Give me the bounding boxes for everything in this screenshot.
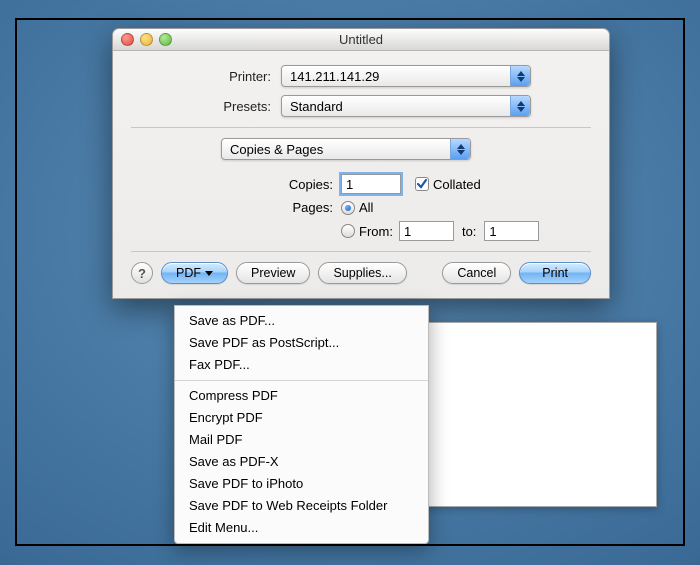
collated-checkbox[interactable]: [415, 177, 429, 191]
pages-all-label: All: [359, 200, 373, 215]
supplies-button[interactable]: Supplies...: [318, 262, 406, 284]
pages-from-radio[interactable]: [341, 224, 355, 238]
background-document: [397, 322, 657, 507]
presets-select[interactable]: Standard: [281, 95, 531, 117]
menu-separator: [175, 380, 428, 381]
window-title: Untitled: [339, 32, 383, 47]
pages-all-radio[interactable]: [341, 201, 355, 215]
updown-arrows-icon: [510, 66, 530, 86]
copies-input[interactable]: [341, 174, 401, 194]
menu-item-save-pdf-postscript[interactable]: Save PDF as PostScript...: [175, 332, 428, 354]
menu-item-encrypt-pdf[interactable]: Encrypt PDF: [175, 407, 428, 429]
presets-value: Standard: [290, 99, 343, 114]
menu-item-mail-pdf[interactable]: Mail PDF: [175, 429, 428, 451]
pages-from-input[interactable]: [399, 221, 454, 241]
collated-label: Collated: [433, 177, 481, 192]
window-controls: [121, 33, 172, 46]
print-dialog: Untitled Printer: 141.211.141.29 Presets…: [112, 28, 610, 299]
menu-item-save-as-pdf[interactable]: Save as PDF...: [175, 310, 428, 332]
divider: [131, 127, 591, 128]
cancel-button[interactable]: Cancel: [442, 262, 511, 284]
copies-label: Copies:: [281, 177, 341, 192]
pages-to-label: to:: [454, 224, 484, 239]
menu-item-save-pdf-iphoto[interactable]: Save PDF to iPhoto: [175, 473, 428, 495]
section-value: Copies & Pages: [230, 142, 323, 157]
pdf-dropdown-menu: Save as PDF... Save PDF as PostScript...…: [174, 305, 429, 544]
printer-label: Printer:: [131, 69, 281, 84]
triangle-down-icon: [205, 271, 213, 276]
menu-item-fax-pdf[interactable]: Fax PDF...: [175, 354, 428, 376]
print-button[interactable]: Print: [519, 262, 591, 284]
pages-label: Pages:: [281, 200, 341, 215]
menu-item-save-as-pdfx[interactable]: Save as PDF-X: [175, 451, 428, 473]
pages-to-input[interactable]: [484, 221, 539, 241]
minimize-icon[interactable]: [140, 33, 153, 46]
close-icon[interactable]: [121, 33, 134, 46]
updown-arrows-icon: [450, 139, 470, 159]
pdf-button-label: PDF: [176, 263, 201, 283]
divider: [131, 251, 591, 252]
printer-select[interactable]: 141.211.141.29: [281, 65, 531, 87]
titlebar: Untitled: [113, 29, 609, 51]
button-row: ? PDF Preview Supplies... Cancel Print: [131, 262, 591, 284]
dialog-content: Printer: 141.211.141.29 Presets: Standar…: [113, 51, 609, 298]
pdf-menu-button[interactable]: PDF: [161, 262, 228, 284]
menu-item-save-pdf-web-receipts[interactable]: Save PDF to Web Receipts Folder: [175, 495, 428, 517]
presets-label: Presets:: [131, 99, 281, 114]
menu-item-edit-menu[interactable]: Edit Menu...: [175, 517, 428, 539]
help-button[interactable]: ?: [131, 262, 153, 284]
preview-button[interactable]: Preview: [236, 262, 310, 284]
menu-item-compress-pdf[interactable]: Compress PDF: [175, 385, 428, 407]
zoom-icon[interactable]: [159, 33, 172, 46]
section-select[interactable]: Copies & Pages: [221, 138, 471, 160]
pages-from-label: From:: [359, 224, 393, 239]
updown-arrows-icon: [510, 96, 530, 116]
printer-value: 141.211.141.29: [290, 69, 379, 84]
